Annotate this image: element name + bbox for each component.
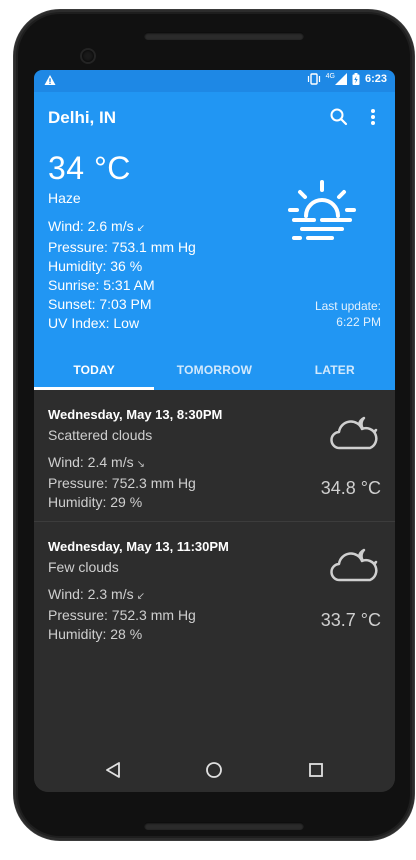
forecast-wind: Wind: 2.3 m/s [48,586,134,602]
home-circle-icon[interactable] [204,760,224,780]
cloud-moon-icon [330,416,378,450]
current-description: Haze [48,190,81,206]
forecast-wind-row: Wind: 2.3 m/s ↙ [48,585,196,606]
more-vert-icon[interactable] [366,106,380,128]
status-icons: 4G 6:23 [307,73,387,85]
current-sunset: Sunset: 7:03 PM [48,296,152,312]
forecast-date: Wednesday, May 13, 8:30PM [48,407,223,422]
forecast-details: Wind: 2.4 m/s ↘ Pressure: 752.3 mm Hg Hum… [48,453,196,512]
search-icon[interactable] [328,106,350,128]
back-triangle-icon[interactable] [104,760,124,780]
forecast-wind: Wind: 2.4 m/s [48,454,134,470]
current-weather-header: Delhi, IN 34 °C Haze Wind: 2.6 m/s ↙ Pres… [34,92,395,390]
forecast-details: Wind: 2.3 m/s ↙ Pressure: 752.3 mm Hg Hum… [48,585,196,644]
signal-icon [334,73,347,85]
current-uv-index: UV Index: Low [48,315,140,331]
network-type: 4G [325,72,335,80]
wind-direction-icon: ↙ [136,223,145,234]
current-humidity: Humidity: 36 % [48,258,143,274]
warning-icon [44,75,56,85]
tab-tomorrow[interactable]: TOMORROW [154,354,274,390]
forecast-wind-row: Wind: 2.4 m/s ↘ [48,453,196,474]
bottom-speaker [144,822,304,830]
status-bar: 4G 6:23 [34,70,395,92]
current-temperature: 34 °C [48,150,131,186]
forecast-pressure: Pressure: 752.3 mm Hg [48,475,196,491]
forecast-temperature: 34.8 °C [320,478,381,498]
screen: 4G 6:23 Delhi, IN 34 °C Haze Wind: 2.6 m… [34,70,395,792]
front-camera [82,50,94,62]
forecast-tabs: TODAY TOMORROW LATER [34,354,395,390]
wind-direction-icon: ↙ [136,591,145,602]
location-title: Delhi, IN [48,108,117,127]
forecast-humidity: Humidity: 29 % [48,494,143,510]
current-pressure: Pressure: 753.1 mm Hg [48,239,196,255]
current-wind: Wind: 2.6 m/s [48,218,134,234]
current-sunrise: Sunrise: 5:31 AM [48,277,155,293]
vibrate-icon [307,73,320,85]
recents-square-icon[interactable] [306,760,326,780]
current-wind-row: Wind: 2.6 m/s ↙ [48,217,196,238]
tab-later[interactable]: LATER [275,354,395,390]
forecast-item[interactable]: Wednesday, May 13, 8:30PM Scattered clou… [34,390,395,522]
forecast-temperature: 33.7 °C [320,610,381,630]
last-update-time: 6:22 PM [336,315,381,329]
forecast-description: Few clouds [48,559,119,575]
cloud-moon-icon [330,548,378,582]
navigation-bar [34,748,395,792]
status-time: 6:23 [364,73,387,85]
forecast-item[interactable]: Wednesday, May 13, 11:30PM Few clouds Wi… [34,522,395,654]
forecast-humidity: Humidity: 28 % [48,626,143,642]
last-update-label: Last update: [314,299,381,313]
top-speaker [144,32,304,40]
forecast-list: Wednesday, May 13, 8:30PM Scattered clou… [34,390,395,654]
haze-icon [288,180,356,240]
tab-today[interactable]: TODAY [34,354,155,390]
last-update: Last update: 6:22 PM [291,298,381,330]
current-details: Wind: 2.6 m/s ↙ Pressure: 753.1 mm Hg Hum… [48,217,196,333]
forecast-date: Wednesday, May 13, 11:30PM [48,539,229,554]
battery-icon [352,73,360,85]
forecast-description: Scattered clouds [48,427,153,443]
wind-direction-icon: ↘ [136,459,145,470]
forecast-pressure: Pressure: 752.3 mm Hg [48,607,196,623]
